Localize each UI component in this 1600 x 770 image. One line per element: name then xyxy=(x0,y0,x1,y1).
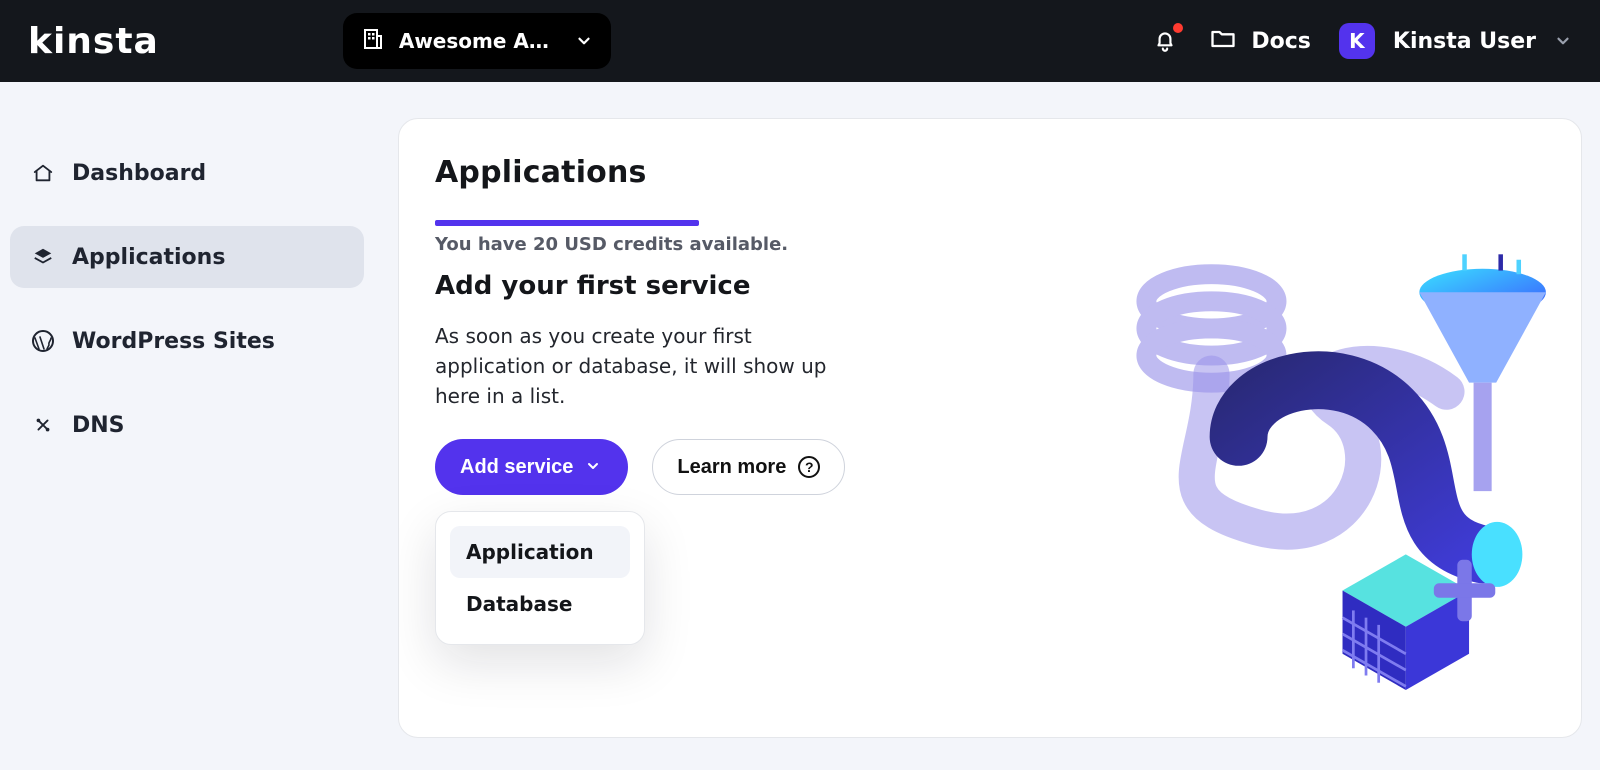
sidebar-item-applications[interactable]: Applications xyxy=(10,226,364,288)
shell: Dashboard Applications WordPress Sites D… xyxy=(0,82,1600,770)
chevron-down-icon xyxy=(575,32,593,50)
tools-icon xyxy=(30,412,56,438)
folder-icon xyxy=(1209,25,1237,57)
wordpress-icon xyxy=(30,328,56,354)
menu-item-label: Database xyxy=(466,592,572,616)
add-service-label: Add service xyxy=(460,456,573,479)
building-icon xyxy=(361,27,385,55)
menu-item-database[interactable]: Database xyxy=(450,578,630,630)
applications-card: Applications You have 20 USD credits ava… xyxy=(398,118,1582,738)
sidebar-item-label: DNS xyxy=(72,413,125,438)
credit-progress xyxy=(435,220,699,226)
nav-list: Dashboard Applications WordPress Sites D… xyxy=(10,142,364,456)
learn-more-button[interactable]: Learn more ? xyxy=(652,439,845,495)
header-actions: Docs K Kinsta User xyxy=(1149,23,1572,59)
company-name: Awesome Age… xyxy=(399,29,561,53)
sidebar-item-dns[interactable]: DNS xyxy=(10,394,364,456)
service-description: As soon as you create your first applica… xyxy=(435,321,865,411)
brand: kinsta xyxy=(28,21,159,62)
add-service-button[interactable]: Add service xyxy=(435,439,628,495)
avatar: K xyxy=(1339,23,1375,59)
sidebar-item-label: Dashboard xyxy=(72,161,206,186)
layers-icon xyxy=(30,244,56,270)
notifications-button[interactable] xyxy=(1149,25,1181,57)
home-icon xyxy=(30,160,56,186)
user-name: Kinsta User xyxy=(1393,29,1536,54)
page-title: Applications xyxy=(435,155,1545,190)
content: Applications You have 20 USD credits ava… xyxy=(380,82,1600,762)
chevron-down-icon xyxy=(1554,32,1572,50)
notification-dot xyxy=(1173,23,1183,33)
app-header: kinsta Awesome Age… Docs xyxy=(0,0,1600,82)
menu-item-label: Application xyxy=(466,540,594,564)
docs-label: Docs xyxy=(1251,29,1311,54)
sidebar-item-wordpress[interactable]: WordPress Sites xyxy=(10,310,364,372)
menu-item-application[interactable]: Application xyxy=(450,526,630,578)
service-title: Add your first service xyxy=(435,271,1545,301)
sidebar-item-dashboard[interactable]: Dashboard xyxy=(10,142,364,204)
add-service-menu: Application Database xyxy=(435,511,645,645)
sidebar-item-label: Applications xyxy=(72,245,225,270)
docs-link[interactable]: Docs xyxy=(1209,25,1311,57)
user-menu[interactable]: K Kinsta User xyxy=(1339,23,1572,59)
company-switcher[interactable]: Awesome Age… xyxy=(343,13,611,69)
learn-more-label: Learn more xyxy=(677,456,786,479)
sidebar: Dashboard Applications WordPress Sites D… xyxy=(0,82,380,480)
chevron-down-icon xyxy=(585,458,603,476)
action-row: Add service Learn more ? Application Dat… xyxy=(435,439,1545,495)
credit-text: You have 20 USD credits available. xyxy=(435,234,1545,255)
help-icon: ? xyxy=(798,456,820,478)
sidebar-item-label: WordPress Sites xyxy=(72,329,275,354)
brand-logo: kinsta xyxy=(28,21,159,62)
